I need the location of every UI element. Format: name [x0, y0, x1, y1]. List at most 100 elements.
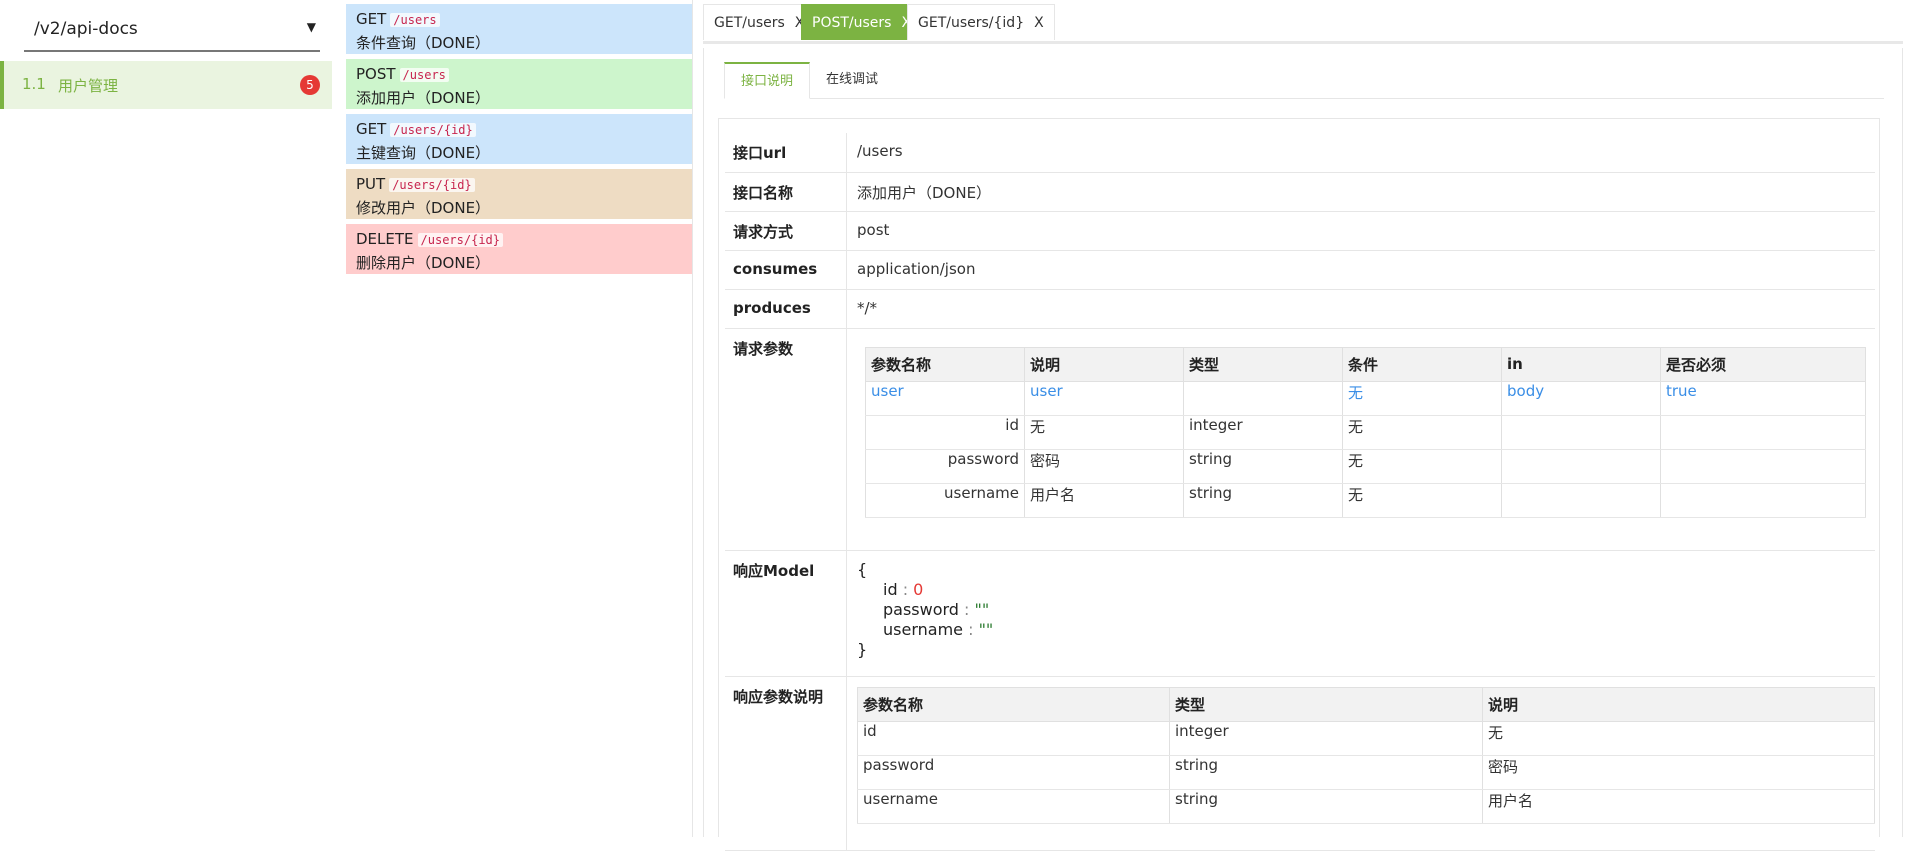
json-value: "" — [974, 599, 990, 619]
table-row: id 无 integer 无 — [865, 414, 1866, 450]
api-description: 主键查询（DONE） — [356, 144, 491, 162]
column-header: in — [1501, 346, 1661, 382]
api-path: /users — [399, 68, 449, 82]
table-cell: 无 — [1342, 380, 1502, 416]
table-row: username 用户名 string 无 — [865, 482, 1866, 518]
column-header: 说明 — [1482, 686, 1875, 722]
json-colon: : — [897, 579, 914, 599]
table-cell: string — [1183, 482, 1343, 518]
inner-tabs: 接口说明 在线调试 — [724, 62, 1884, 99]
column-header: 是否必须 — [1660, 346, 1866, 382]
column-header: 类型 — [1183, 346, 1343, 382]
field-label: consumes — [725, 250, 847, 290]
field-value: */* — [846, 289, 1875, 329]
field-label: 请求方式 — [725, 211, 847, 251]
table-cell: password — [865, 448, 1025, 484]
json-brace: } — [857, 639, 868, 659]
table-cell: body — [1501, 380, 1661, 416]
table-cell: 无 — [1482, 720, 1875, 756]
table-cell: user — [1024, 380, 1184, 416]
tab-panel: 接口说明 在线调试 接口url /users 接口名称 添加用户（DONE） 请… — [703, 48, 1903, 851]
field-label: 响应Model — [725, 550, 847, 677]
row-response-model: 响应Model { id : 0 password : "" username … — [725, 550, 1875, 677]
api-list: GET/users 条件查询（DONE） POST/users 添加用户（DON… — [346, 4, 692, 279]
tab-label: POST/users — [812, 15, 892, 31]
count-badge: 5 — [300, 75, 320, 95]
json-field: id : 0 — [857, 580, 1875, 600]
api-method: GET — [356, 120, 387, 138]
table-cell: password — [857, 754, 1170, 790]
table-cell — [1501, 414, 1661, 450]
api-item-get-users[interactable]: GET/users 条件查询（DONE） — [346, 4, 692, 54]
json-colon: : — [963, 619, 979, 639]
table-cell — [1183, 380, 1343, 416]
api-path: /users — [390, 13, 440, 27]
table-row: username string 用户名 — [857, 788, 1875, 824]
field-label: 接口名称 — [725, 172, 847, 212]
tab-post-users[interactable]: POST/usersX — [801, 4, 923, 40]
sidebar-item-user-management[interactable]: 1.1 用户管理 5 — [0, 61, 332, 109]
close-icon[interactable]: X — [1034, 15, 1044, 31]
table-cell: id — [857, 720, 1170, 756]
api-item-delete-user[interactable]: DELETE/users/{id} 删除用户（DONE） — [346, 224, 692, 274]
table-cell: 用户名 — [1024, 482, 1184, 518]
json-key: password — [883, 599, 959, 619]
json-brace: { — [857, 559, 868, 579]
field-value: 添加用户（DONE） — [846, 172, 1875, 212]
table-cell: 无 — [1024, 414, 1184, 450]
json-key: id — [883, 579, 898, 599]
tab-api-description[interactable]: 接口说明 — [724, 62, 811, 99]
table-cell: 密码 — [1482, 754, 1875, 790]
sidebar: /v2/api-docs ▼ 1.1 用户管理 5 — [0, 0, 332, 837]
column-header: 参数名称 — [865, 346, 1025, 382]
tab-label: GET/users/{id} — [918, 15, 1025, 31]
field-value: application/json — [846, 250, 1875, 290]
table-cell: true — [1660, 380, 1866, 416]
tab-online-debug[interactable]: 在线调试 — [810, 62, 894, 98]
table-cell: string — [1169, 788, 1483, 824]
api-method: POST — [356, 65, 396, 83]
table-cell — [1501, 448, 1661, 484]
row-consumes: consumes application/json — [725, 250, 1875, 290]
api-method: PUT — [356, 175, 386, 193]
tab-label: GET/users — [714, 15, 785, 31]
table-cell — [1660, 414, 1866, 450]
json-field: password : "" — [857, 600, 1875, 620]
caret-down-icon: ▼ — [306, 20, 316, 34]
tab-get-users[interactable]: GET/users X — [703, 4, 816, 40]
api-item-get-user-by-id[interactable]: GET/users/{id} 主键查询（DONE） — [346, 114, 692, 164]
table-cell: username — [865, 482, 1025, 518]
table-cell: 无 — [1342, 482, 1502, 518]
column-header: 参数名称 — [857, 686, 1170, 722]
table-cell: username — [857, 788, 1170, 824]
content-area: GET/usersX POST/usersX GET/users/{id} X 接… — [692, 0, 1916, 851]
table-cell: 密码 — [1024, 448, 1184, 484]
table-cell: string — [1183, 448, 1343, 484]
json-key: username — [883, 619, 963, 639]
json-field: username : "" — [857, 620, 1875, 640]
api-item-put-user[interactable]: PUT/users/{id} 修改用户（DONE） — [346, 169, 692, 219]
table-cell: 无 — [1342, 448, 1502, 484]
api-item-post-users[interactable]: POST/users 添加用户（DONE） — [346, 59, 692, 109]
table-cell: id — [865, 414, 1025, 450]
api-method: GET — [356, 10, 387, 28]
row-request-params: 请求参数 参数名称 说明 类型 条件 in 是否必须 user user 无 b… — [725, 328, 1875, 551]
api-description: 删除用户（DONE） — [356, 254, 491, 272]
table-cell: integer — [1169, 720, 1483, 756]
field-label: produces — [725, 289, 847, 329]
field-label: 接口url — [725, 133, 847, 173]
version-select[interactable]: /v2/api-docs ▼ — [24, 8, 320, 52]
api-path: /users/{id} — [417, 233, 503, 247]
column-header: 类型 — [1169, 686, 1483, 722]
table-row: user user 无 body true — [865, 380, 1866, 416]
field-label: 响应参数说明 — [725, 676, 847, 851]
json-value: "" — [978, 619, 994, 639]
api-description: 条件查询（DONE） — [356, 34, 491, 52]
row-url: 接口url /users — [725, 133, 1875, 173]
api-path: /users/{id} — [389, 178, 475, 192]
table-cell — [1660, 448, 1866, 484]
request-params-table: 参数名称 说明 类型 条件 in 是否必须 user user 无 body t… — [865, 346, 1866, 518]
row-name: 接口名称 添加用户（DONE） — [725, 172, 1875, 212]
field-label: 请求参数 — [725, 328, 847, 551]
tab-get-user-by-id[interactable]: GET/users/{id} X — [907, 4, 1055, 40]
